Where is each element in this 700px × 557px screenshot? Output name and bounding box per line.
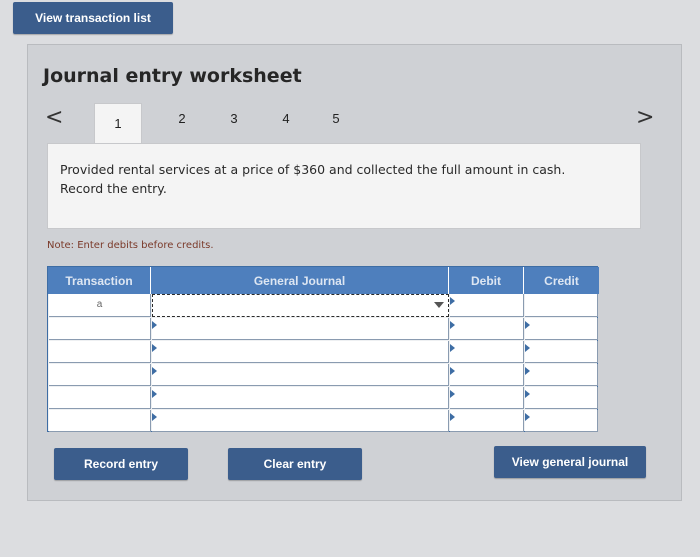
- tab-2[interactable]: 2: [172, 111, 192, 126]
- next-arrow-icon[interactable]: >: [636, 105, 654, 130]
- table-row: [49, 318, 151, 340]
- column-header-general-journal: General Journal: [151, 267, 449, 294]
- credit-input[interactable]: [525, 387, 598, 409]
- input-marker-icon: [450, 367, 455, 375]
- input-marker-icon: [152, 321, 157, 329]
- account-input[interactable]: [152, 387, 449, 409]
- worksheet-panel: Journal entry worksheet < > 1 2 3 4 5 Pr…: [27, 44, 682, 501]
- table-row: [49, 341, 151, 363]
- credit-input[interactable]: [525, 318, 598, 340]
- debit-input[interactable]: [450, 294, 524, 317]
- input-marker-icon: [450, 297, 455, 305]
- account-input[interactable]: [152, 364, 449, 386]
- input-marker-icon: [450, 344, 455, 352]
- account-input[interactable]: [152, 318, 449, 340]
- table-row: [49, 410, 151, 432]
- view-general-journal-button[interactable]: View general journal: [494, 446, 646, 478]
- account-select[interactable]: [152, 294, 449, 317]
- input-marker-icon: [450, 413, 455, 421]
- credit-input[interactable]: [525, 341, 598, 363]
- column-header-credit: Credit: [524, 267, 599, 294]
- table-row: [49, 387, 151, 409]
- debit-input[interactable]: [450, 341, 524, 363]
- input-marker-icon: [152, 413, 157, 421]
- input-marker-icon: [450, 390, 455, 398]
- record-entry-button[interactable]: Record entry: [54, 448, 188, 480]
- table-row: [49, 364, 151, 386]
- table-row: a: [49, 294, 151, 317]
- debit-input[interactable]: [450, 387, 524, 409]
- debit-input[interactable]: [450, 318, 524, 340]
- input-marker-icon: [525, 321, 530, 329]
- tab-3[interactable]: 3: [224, 111, 244, 126]
- entry-note: Note: Enter debits before credits.: [47, 240, 214, 251]
- debit-input[interactable]: [450, 364, 524, 386]
- credit-input[interactable]: [525, 294, 598, 317]
- input-marker-icon: [525, 390, 530, 398]
- transaction-label: a: [96, 299, 103, 310]
- credit-input[interactable]: [525, 364, 598, 386]
- account-input[interactable]: [152, 410, 449, 432]
- column-header-transaction: Transaction: [48, 267, 151, 294]
- input-marker-icon: [152, 367, 157, 375]
- input-marker-icon: [152, 344, 157, 352]
- credit-input[interactable]: [525, 410, 598, 432]
- input-marker-icon: [525, 413, 530, 421]
- input-marker-icon: [450, 321, 455, 329]
- input-marker-icon: [525, 344, 530, 352]
- column-header-debit: Debit: [449, 267, 524, 294]
- tab-1[interactable]: 1: [94, 103, 142, 146]
- debit-input[interactable]: [450, 410, 524, 432]
- transaction-prompt: Provided rental services at a price of $…: [47, 143, 641, 229]
- input-marker-icon: [525, 367, 530, 375]
- worksheet-title: Journal entry worksheet: [43, 65, 302, 87]
- tab-4[interactable]: 4: [276, 111, 296, 126]
- prev-arrow-icon[interactable]: <: [45, 105, 63, 130]
- account-input[interactable]: [152, 341, 449, 363]
- journal-table: Transaction General Journal Debit Credit…: [47, 266, 599, 432]
- dropdown-caret-icon[interactable]: [434, 302, 444, 308]
- clear-entry-button[interactable]: Clear entry: [228, 448, 362, 480]
- view-transaction-list-button[interactable]: View transaction list: [13, 2, 173, 34]
- prompt-text: Provided rental services at a price of $…: [60, 162, 566, 196]
- input-marker-icon: [152, 390, 157, 398]
- tab-5[interactable]: 5: [326, 111, 346, 126]
